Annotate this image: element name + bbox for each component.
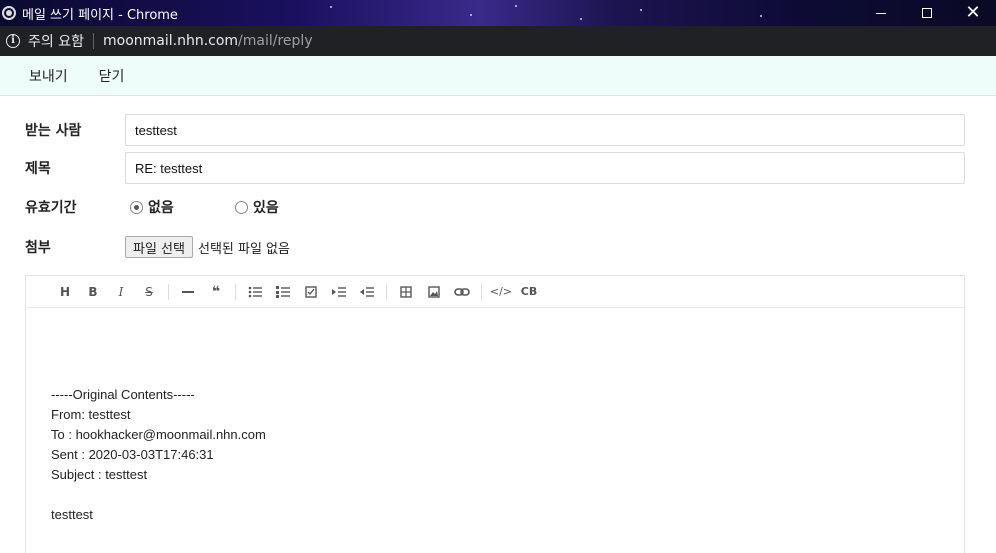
- to-row: 받는 사람 testtest: [25, 114, 965, 146]
- expiry-row: 유효기간 없음 있음: [25, 197, 279, 217]
- send-button[interactable]: 보내기: [29, 66, 68, 86]
- body-line: -----Original Contents-----: [51, 387, 195, 402]
- background-star: [330, 6, 332, 8]
- image-icon[interactable]: [420, 281, 448, 303]
- subject-row: 제목 RE: testtest: [25, 152, 965, 184]
- code-icon[interactable]: </>: [487, 281, 515, 303]
- expiry-none-radio[interactable]: [130, 200, 143, 214]
- toolbar-divider: [386, 283, 387, 300]
- background-star: [470, 14, 472, 16]
- file-select-button[interactable]: 파일 선택: [125, 236, 193, 258]
- window-titlebar: 메일 쓰기 페이지 - Chrome ✕: [0, 0, 996, 26]
- expiry-set-radio[interactable]: [235, 200, 248, 214]
- body-line: testtest: [51, 507, 93, 522]
- heading-icon[interactable]: H: [51, 281, 79, 303]
- minimize-button[interactable]: [858, 0, 904, 26]
- maximize-icon: [922, 8, 932, 18]
- mail-toolbar: 보내기 닫기: [0, 56, 996, 96]
- info-icon[interactable]: i: [6, 34, 20, 48]
- to-input[interactable]: testtest: [125, 114, 965, 146]
- link-icon[interactable]: [448, 281, 476, 303]
- italic-icon[interactable]: I: [107, 281, 135, 303]
- attach-label: 첨부: [25, 240, 51, 256]
- table-icon[interactable]: [392, 281, 420, 303]
- close-window-button[interactable]: ✕: [950, 0, 996, 26]
- outdent-icon[interactable]: [353, 281, 381, 303]
- toolbar-divider: [235, 283, 236, 300]
- task-list-icon[interactable]: [297, 281, 325, 303]
- attach-row: 첨부 파일 선택 선택된 파일 없음: [25, 236, 290, 258]
- editor-toolbar: H B I S ❝ </> CB: [26, 276, 964, 308]
- url-path[interactable]: /mail/reply: [238, 33, 313, 49]
- ordered-list-icon[interactable]: [269, 281, 297, 303]
- mail-editor: H B I S ❝ </> CB -----Original Contents-…: [25, 275, 965, 553]
- close-button[interactable]: 닫기: [99, 66, 125, 86]
- bullet-list-icon[interactable]: [241, 281, 269, 303]
- editor-body[interactable]: -----Original Contents----- From: testte…: [26, 308, 964, 525]
- strike-icon[interactable]: S: [135, 281, 163, 303]
- security-label[interactable]: 주의 요함: [28, 31, 84, 51]
- hr-icon[interactable]: [174, 281, 202, 303]
- body-line: Subject : testtest: [51, 467, 148, 482]
- bold-icon[interactable]: B: [79, 281, 107, 303]
- toolbar-divider: [168, 283, 169, 300]
- close-icon: ✕: [965, 2, 981, 23]
- url-host[interactable]: moonmail.nhn.com: [103, 33, 238, 49]
- body-line: From: testtest: [51, 407, 131, 422]
- background-star: [640, 9, 642, 11]
- chrome-icon: [2, 6, 16, 20]
- expiry-set-label[interactable]: 있음: [253, 197, 279, 217]
- background-star: [760, 15, 762, 17]
- codeblock-icon[interactable]: CB: [515, 281, 543, 303]
- expiry-none-label[interactable]: 없음: [148, 197, 230, 217]
- address-bar[interactable]: i 주의 요함 moonmail.nhn.com /mail/reply: [0, 26, 996, 56]
- background-star: [580, 18, 582, 20]
- maximize-button[interactable]: [904, 0, 950, 26]
- body-line: Sent : 2020-03-03T17:46:31: [51, 447, 214, 462]
- body-line: [51, 485, 964, 505]
- divider: [92, 33, 94, 49]
- to-label: 받는 사람: [25, 123, 82, 139]
- toolbar-divider: [481, 283, 482, 300]
- indent-icon[interactable]: [325, 281, 353, 303]
- expiry-label: 유효기간: [25, 200, 77, 216]
- subject-input[interactable]: RE: testtest: [125, 152, 965, 184]
- body-line: To : hookhacker@moonmail.nhn.com: [51, 427, 266, 442]
- quote-icon[interactable]: ❝: [202, 281, 230, 303]
- window-title: 메일 쓰기 페이지 - Chrome: [22, 7, 178, 23]
- file-status: 선택된 파일 없음: [197, 241, 290, 257]
- window-controls: ✕: [858, 0, 996, 26]
- subject-label: 제목: [25, 161, 51, 177]
- background-star: [515, 5, 517, 7]
- minimize-icon: [876, 12, 886, 14]
